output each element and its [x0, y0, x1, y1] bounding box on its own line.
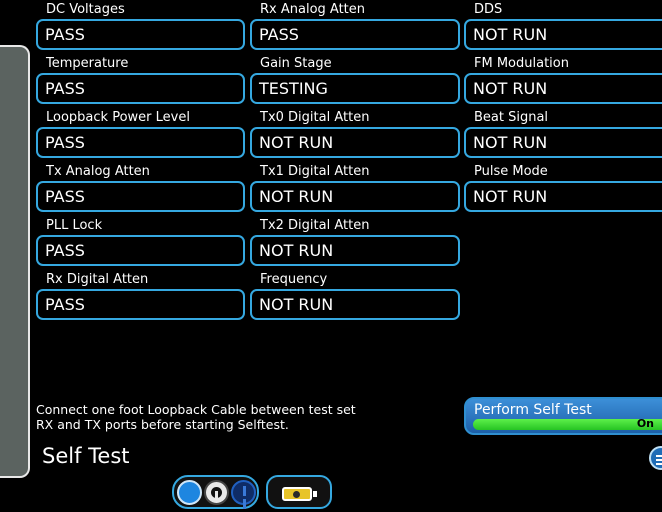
result-value[interactable]: PASS [36, 127, 245, 158]
menu-icon[interactable] [649, 446, 662, 470]
toggle-state-text: On [636, 417, 654, 430]
result-value[interactable]: NOT RUN [250, 235, 460, 266]
result-label: Pulse Mode [474, 164, 548, 179]
result-label: Frequency [260, 272, 328, 287]
instruction-line-2: RX and TX ports before starting Selftest… [36, 417, 289, 432]
result-value[interactable]: PASS [36, 235, 245, 266]
result-dc-voltages: DC Voltages PASS [36, 0, 245, 54]
result-label: Rx Analog Atten [260, 2, 366, 17]
result-temperature: Temperature PASS [36, 54, 245, 108]
result-label: Rx Digital Atten [46, 272, 149, 287]
result-loopback-power-level: Loopback Power Level PASS [36, 108, 245, 162]
result-value[interactable]: TESTING [250, 73, 460, 104]
result-label: Tx0 Digital Atten [260, 110, 370, 125]
result-value[interactable]: NOT RUN [464, 181, 662, 212]
result-tx0-digital-atten: Tx0 Digital Atten NOT RUN [250, 108, 460, 162]
result-pulse-mode: Pulse Mode NOT RUN [464, 162, 662, 216]
result-value[interactable]: NOT RUN [250, 289, 460, 320]
results-column-1: DC Voltages PASS Temperature PASS Loopba… [36, 0, 245, 324]
battery-icon [282, 487, 312, 501]
result-value[interactable]: PASS [250, 19, 460, 50]
perform-self-test-label: Perform Self Test [474, 402, 592, 418]
result-label: Loopback Power Level [46, 110, 190, 125]
status-circle-icon[interactable] [177, 480, 202, 505]
result-tx2-digital-atten: Tx2 Digital Atten NOT RUN [250, 216, 460, 270]
perform-self-test-button[interactable]: Perform Self Test On [464, 397, 662, 435]
instruction-line-1: Connect one foot Loopback Cable between … [36, 402, 356, 417]
alert-icon[interactable] [231, 480, 256, 505]
result-label: PLL Lock [46, 218, 103, 233]
results-column-2: Rx Analog Atten PASS Gain Stage TESTING … [250, 0, 460, 324]
result-value[interactable]: NOT RUN [250, 127, 460, 158]
battery-button[interactable] [266, 475, 332, 509]
result-value[interactable]: PASS [36, 181, 245, 212]
result-label: DDS [474, 2, 503, 17]
result-fm-modulation: FM Modulation NOT RUN [464, 54, 662, 108]
result-label: Tx Analog Atten [46, 164, 150, 179]
side-panel-tab[interactable] [0, 45, 30, 478]
result-frequency: Frequency NOT RUN [250, 270, 460, 324]
result-value[interactable]: NOT RUN [250, 181, 460, 212]
status-icon-group[interactable] [172, 475, 259, 509]
result-label: Gain Stage [260, 56, 332, 71]
page-title: Self Test [42, 444, 130, 468]
result-label: Tx2 Digital Atten [260, 218, 370, 233]
toggle-on-indicator [473, 419, 662, 430]
result-pll-lock: PLL Lock PASS [36, 216, 245, 270]
result-label: FM Modulation [474, 56, 569, 71]
result-tx-analog-atten: Tx Analog Atten PASS [36, 162, 245, 216]
result-value[interactable]: NOT RUN [464, 127, 662, 158]
result-label: Temperature [46, 56, 129, 71]
result-label: DC Voltages [46, 2, 125, 17]
result-gain-stage: Gain Stage TESTING [250, 54, 460, 108]
result-rx-digital-atten: Rx Digital Atten PASS [36, 270, 245, 324]
instruction-message: Connect one foot Loopback Cable between … [36, 402, 436, 432]
result-label: Beat Signal [474, 110, 549, 125]
result-value[interactable]: NOT RUN [464, 73, 662, 104]
result-dds: DDS NOT RUN [464, 0, 662, 54]
result-tx1-digital-atten: Tx1 Digital Atten NOT RUN [250, 162, 460, 216]
result-rx-analog-atten: Rx Analog Atten PASS [250, 0, 460, 54]
result-value[interactable]: PASS [36, 19, 245, 50]
result-value[interactable]: PASS [36, 289, 245, 320]
key-icon[interactable] [204, 480, 229, 505]
result-label: Tx1 Digital Atten [260, 164, 370, 179]
results-column-3: DDS NOT RUN FM Modulation NOT RUN Beat S… [464, 0, 662, 216]
result-beat-signal: Beat Signal NOT RUN [464, 108, 662, 162]
result-value[interactable]: NOT RUN [464, 19, 662, 50]
result-value[interactable]: PASS [36, 73, 245, 104]
battery-tip [313, 491, 317, 497]
